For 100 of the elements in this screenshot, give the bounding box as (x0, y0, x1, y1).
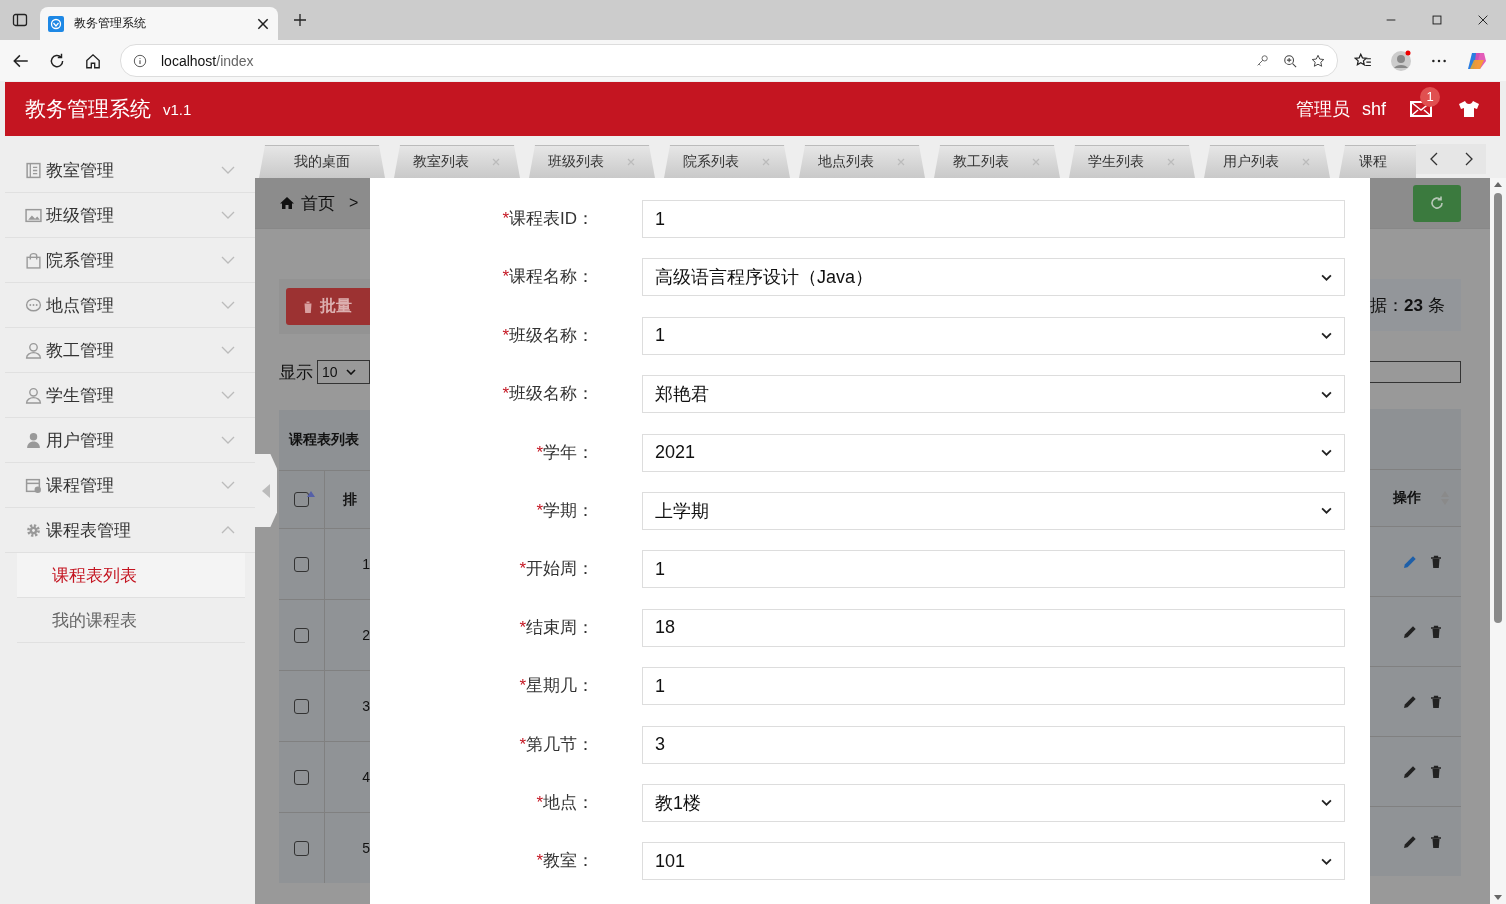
home-icon[interactable] (84, 51, 102, 70)
trash-icon[interactable] (1428, 554, 1443, 569)
chevron-down-icon (1321, 332, 1332, 340)
field-label: *开始周： (518, 558, 594, 581)
field-label: *学期： (535, 499, 594, 522)
field-label: *班级名称： (501, 383, 594, 406)
select-field[interactable]: 101 (642, 842, 1345, 881)
new-tab-icon[interactable] (292, 12, 308, 28)
notification-badge: 1 (1420, 87, 1440, 107)
browser-tab-title: 教务管理系统 (74, 15, 147, 32)
trash-icon[interactable] (1428, 834, 1443, 849)
page-tab[interactable]: 用户列表 (1204, 145, 1330, 178)
person-icon (25, 386, 42, 404)
input-field[interactable]: 1 (642, 667, 1345, 706)
user-icon (25, 431, 42, 449)
scroll-up-icon[interactable] (1494, 182, 1502, 187)
chevron-down-icon (221, 301, 235, 309)
edit-icon[interactable] (1402, 694, 1417, 709)
chevron-down-icon (221, 436, 235, 444)
mail-icon[interactable] (1410, 101, 1432, 117)
chevron-down-icon (221, 211, 235, 219)
chevron-down-icon (221, 481, 235, 489)
chevron-down-icon (1321, 507, 1332, 515)
table-cell: 1 (362, 556, 370, 572)
trash-icon[interactable] (1428, 764, 1443, 779)
sidebar-subitem[interactable]: 我的课程表 (17, 598, 245, 643)
edit-icon[interactable] (1402, 764, 1417, 779)
address-field[interactable]: localhost/index (120, 44, 1338, 77)
page-tab[interactable]: 学生列表 (1069, 145, 1195, 178)
field-label: *星期几： (518, 675, 594, 698)
close-icon[interactable] (1476, 13, 1490, 27)
star-icon[interactable] (1311, 53, 1325, 68)
version-label: v1.1 (163, 100, 192, 118)
page-tab[interactable]: 班级列表 (529, 145, 655, 178)
sidebar-subitem[interactable]: 课程表列表 (17, 553, 245, 598)
table-cell: 3 (362, 698, 370, 714)
select-field[interactable]: 教1楼 (642, 783, 1345, 822)
select-field[interactable]: 上学期 (642, 491, 1345, 530)
page-tab[interactable]: 地点列表 (799, 145, 925, 178)
calendar-icon (25, 476, 42, 494)
breadcrumb-separator: > (349, 194, 359, 212)
page-size-select[interactable]: 10 (317, 360, 370, 384)
scroll-down-icon[interactable] (1494, 895, 1502, 900)
user-role: 管理员 (1296, 98, 1350, 121)
select-field[interactable]: 高级语言程序设计（Java） (642, 258, 1345, 297)
select-field[interactable]: 1 (642, 316, 1345, 355)
page-tab[interactable]: 课程 (1339, 145, 1416, 178)
edit-icon[interactable] (1402, 834, 1417, 849)
chevron-right-icon[interactable] (1464, 152, 1473, 166)
input-field[interactable]: 1 (642, 550, 1345, 589)
column-header[interactable]: 排 (343, 490, 357, 509)
field-label: *教室： (535, 850, 594, 873)
select-field[interactable]: 2021 (642, 433, 1345, 472)
table-cell: 4 (362, 769, 370, 785)
caret-icon (345, 369, 356, 375)
info-icon (133, 53, 147, 68)
reload-icon[interactable] (48, 51, 66, 70)
chevron-up-icon (221, 526, 235, 534)
row-checkbox[interactable] (294, 627, 309, 643)
close-icon[interactable] (256, 16, 270, 31)
site-logo-icon (48, 15, 64, 32)
maximize-icon[interactable] (1430, 13, 1444, 27)
row-checkbox[interactable] (294, 698, 309, 714)
field-label: *课程表ID： (501, 208, 594, 230)
key-icon[interactable] (1255, 53, 1269, 68)
row-checkbox[interactable] (294, 556, 309, 572)
sort-up-icon[interactable] (307, 491, 315, 497)
zoom-icon[interactable] (1283, 53, 1297, 68)
row-checkbox[interactable] (294, 769, 309, 785)
tshirt-icon[interactable] (1458, 100, 1480, 118)
row-checkbox[interactable] (294, 840, 309, 856)
profile-avatar-icon[interactable] (1390, 49, 1412, 72)
table-cell: 5 (362, 840, 370, 856)
chevron-left-icon[interactable] (1429, 152, 1438, 166)
input-field[interactable]: 18 (642, 608, 1345, 647)
page-tab[interactable]: 院系列表 (664, 145, 790, 178)
record-count: 据：23 条 (1370, 294, 1445, 317)
input-field[interactable]: 1 (642, 200, 1345, 238)
trash-icon[interactable] (1428, 624, 1443, 639)
person-icon (25, 341, 42, 359)
bag-icon (25, 251, 42, 269)
page-tab[interactable]: 教工列表 (934, 145, 1060, 178)
search-field[interactable] (1370, 361, 1461, 383)
field-label: *结束周： (518, 616, 594, 639)
chevron-down-icon (1321, 390, 1332, 398)
trash-icon[interactable] (1428, 694, 1443, 709)
sidebar-toggle-icon[interactable] (12, 12, 28, 28)
breadcrumb-link[interactable]: 首页 (301, 191, 335, 215)
chevron-down-icon (221, 346, 235, 354)
select-field[interactable]: 郑艳君 (642, 375, 1345, 414)
sidebar-collapse-handle[interactable] (255, 454, 277, 527)
page-tab[interactable]: 我的桌面 (259, 145, 385, 178)
batch-delete-button[interactable]: 批量 (286, 288, 370, 325)
edit-icon[interactable] (1402, 624, 1417, 639)
input-field[interactable]: 3 (642, 725, 1345, 764)
chevron-down-icon (221, 391, 235, 399)
scrollbar[interactable] (1490, 178, 1506, 904)
user-name[interactable]: shf (1362, 98, 1386, 120)
page-tab[interactable]: 教室列表 (394, 145, 520, 178)
browser-tab[interactable]: 教务管理系统 (40, 7, 278, 40)
